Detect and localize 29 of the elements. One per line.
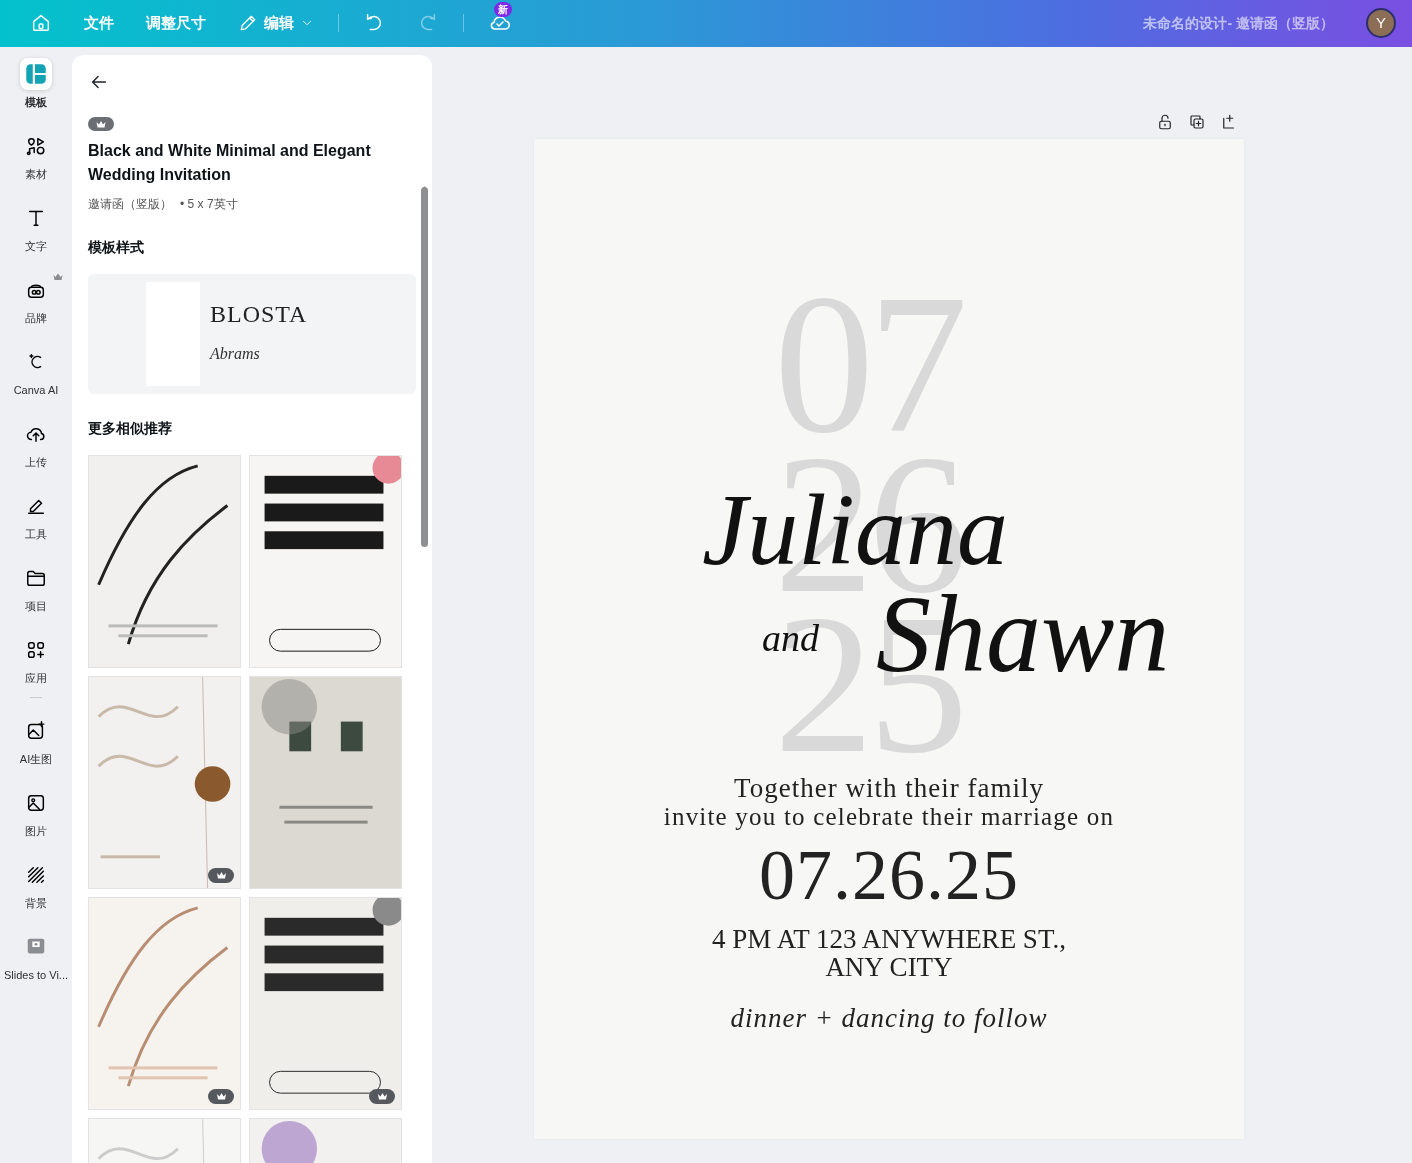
invitation-text: invite you to celebrate their marriage on <box>662 803 1116 829</box>
sidebar-item[interactable]: 图片 <box>0 785 72 858</box>
sidebar-item[interactable]: Slides to Vi... <box>0 929 72 1002</box>
style-preview-card[interactable]: BLOSTA Abrams <box>88 273 416 394</box>
footer-text: dinner + dancing to follow <box>729 1004 1049 1032</box>
sidebar-item[interactable]: 品牌 <box>0 272 72 345</box>
sidebar-item[interactable]: 项目 <box>0 560 72 633</box>
font-sample: BLOSTA <box>210 301 308 326</box>
address-text: 4 PM AT 123 ANYWHERE ST., <box>711 925 1067 953</box>
template-type: 邀请函（竖版） <box>88 195 172 213</box>
sidebar-item[interactable]: AI生图 <box>0 713 72 786</box>
sidebar-item[interactable]: 应用 <box>0 632 72 705</box>
script-sample: Abrams <box>210 343 261 364</box>
sidebar-item[interactable]: 上传 <box>0 416 72 489</box>
template-size: • 5 x 7英寸 <box>180 195 238 213</box>
sidebar-item[interactable]: 工具 <box>0 488 72 561</box>
sidebar-item[interactable]: Canva AI <box>0 344 72 417</box>
section-heading: 更多相似推荐 <box>88 418 173 438</box>
date-text: 07.26.25 <box>758 838 1020 911</box>
section-heading: 模板样式 <box>88 237 145 257</box>
sidebar-item[interactable]: 素材 <box>0 128 72 201</box>
invitation-text: Together with their family <box>733 774 1045 802</box>
new-badge: 新 <box>494 2 512 18</box>
sidebar-item[interactable]: 模板 <box>0 56 72 129</box>
sidebar-item[interactable]: 背景 <box>0 857 72 930</box>
sidebar-item[interactable]: 文字 <box>0 200 72 273</box>
user-avatar[interactable]: Y <box>1366 8 1396 39</box>
template-title: Black and White Minimal and Elegant Wedding Invitation <box>88 140 372 185</box>
address-text: ANY CITY <box>824 953 954 981</box>
